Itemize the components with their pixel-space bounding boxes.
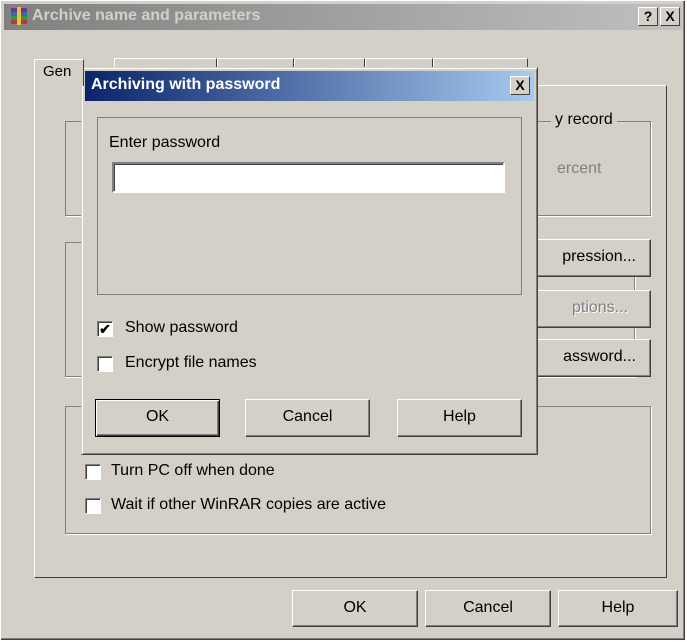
main-help-button[interactable]: Help	[558, 590, 678, 627]
checkmark-icon: ✔	[99, 321, 111, 337]
main-titlebar[interactable]: Archive name and parameters ? X	[4, 4, 682, 30]
turn-pc-off-checkbox[interactable]	[85, 464, 101, 480]
turn-pc-off-label: Turn PC off when done	[111, 462, 275, 479]
set-password-button[interactable]: assword...	[521, 339, 651, 377]
password-help-button[interactable]: Help	[397, 399, 522, 437]
wait-winrar-checkbox[interactable]	[85, 498, 101, 514]
help-question-button[interactable]: ?	[638, 7, 658, 26]
encrypt-file-names-checkbox[interactable]	[97, 356, 113, 372]
main-close-button[interactable]: X	[660, 7, 680, 26]
show-password-label: Show password	[125, 319, 238, 336]
options-button[interactable]: ptions...	[521, 290, 651, 328]
password-dialog-titlebar[interactable]: Archiving with password X	[85, 71, 534, 101]
password-dialog: Archiving with password X Enter password…	[81, 67, 538, 455]
show-password-checkbox[interactable]: ✔	[97, 321, 113, 337]
password-input[interactable]	[112, 162, 505, 193]
password-entry-group: Enter password	[97, 117, 522, 295]
tab-general[interactable]: Gen	[34, 59, 84, 86]
password-dialog-title: Archiving with password	[91, 76, 281, 93]
winrar-icon	[9, 6, 29, 26]
wait-winrar-label: Wait if other WinRAR copies are active	[111, 496, 387, 513]
password-dialog-close-button[interactable]: X	[510, 76, 530, 95]
recovery-record-label: y record	[551, 111, 617, 129]
main-cancel-button[interactable]: Cancel	[425, 590, 551, 627]
enter-password-label: Enter password	[109, 134, 221, 151]
main-window-title: Archive name and parameters	[32, 7, 261, 24]
tab-general-label: Gen	[43, 63, 72, 80]
percent-label: ercent	[557, 160, 602, 177]
password-ok-button[interactable]: OK	[95, 399, 220, 437]
compression-button[interactable]: pression...	[521, 239, 651, 277]
password-cancel-button[interactable]: Cancel	[245, 399, 370, 437]
main-ok-button[interactable]: OK	[292, 590, 418, 627]
encrypt-file-names-label: Encrypt file names	[125, 354, 257, 371]
